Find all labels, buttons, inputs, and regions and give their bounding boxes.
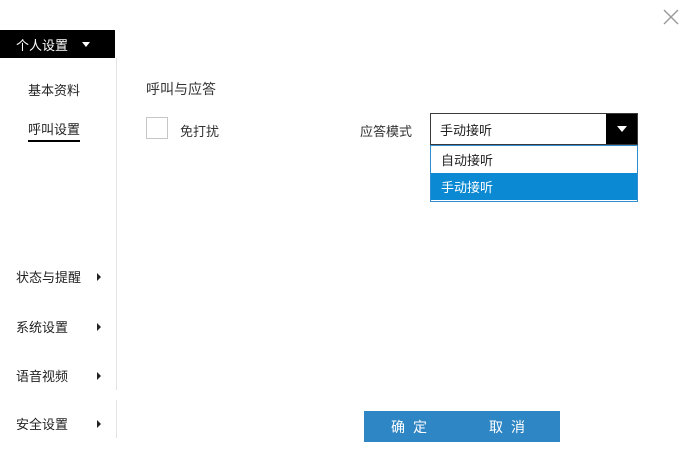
sidebar-group-label: 状态与提醒	[16, 271, 82, 286]
sidebar-group-label: 系统设置	[16, 321, 69, 336]
sidebar-group-status-reminders[interactable]: 状态与提醒	[16, 267, 106, 286]
sidebar-item-call-settings[interactable]: 呼叫设置	[28, 119, 81, 142]
answer-mode-select[interactable]: 手动接听	[430, 113, 638, 145]
chevron-right-icon	[97, 272, 101, 281]
answer-mode-dropdown: 自动接听 手动接听	[430, 145, 638, 202]
sidebar-section-label: 个人设置	[16, 38, 69, 54]
sidebar-item-basic-info[interactable]: 基本资料	[28, 80, 80, 99]
chevron-right-icon	[97, 419, 101, 428]
sidebar-group-label: 语音视频	[16, 370, 69, 385]
close-icon	[663, 9, 679, 25]
sidebar-group-voice-video[interactable]: 语音视频	[16, 366, 106, 385]
sidebar: 个人设置 基本资料 呼叫设置 状态与提醒 系统设置 语音视频 安全设置	[0, 0, 116, 460]
dropdown-option-manual-answer[interactable]: 手动接听	[431, 173, 637, 200]
chevron-down-icon	[82, 41, 91, 47]
do-not-disturb-label: 免打扰	[180, 125, 220, 140]
page-title: 呼叫与应答	[146, 82, 216, 98]
answer-mode-label: 应答模式	[360, 125, 413, 140]
sidebar-section-personal-settings[interactable]: 个人设置	[0, 30, 115, 58]
sidebar-divider	[116, 58, 117, 390]
ok-button[interactable]: 确定	[364, 411, 462, 442]
cancel-button[interactable]: 取消	[462, 411, 560, 442]
chevron-right-icon	[97, 322, 101, 331]
chevron-down-icon	[616, 126, 627, 132]
chevron-right-icon	[97, 371, 101, 380]
sidebar-group-security-settings[interactable]: 安全设置	[16, 414, 106, 433]
sidebar-group-label: 安全设置	[16, 418, 69, 433]
sidebar-divider	[116, 400, 117, 438]
dropdown-option-auto-answer[interactable]: 自动接听	[431, 146, 637, 173]
answer-mode-selected-value: 手动接听	[440, 123, 493, 139]
do-not-disturb-checkbox[interactable]	[146, 117, 168, 139]
dropdown-toggle[interactable]	[606, 114, 637, 144]
sidebar-group-system-settings[interactable]: 系统设置	[16, 317, 106, 336]
close-button[interactable]	[662, 8, 680, 26]
